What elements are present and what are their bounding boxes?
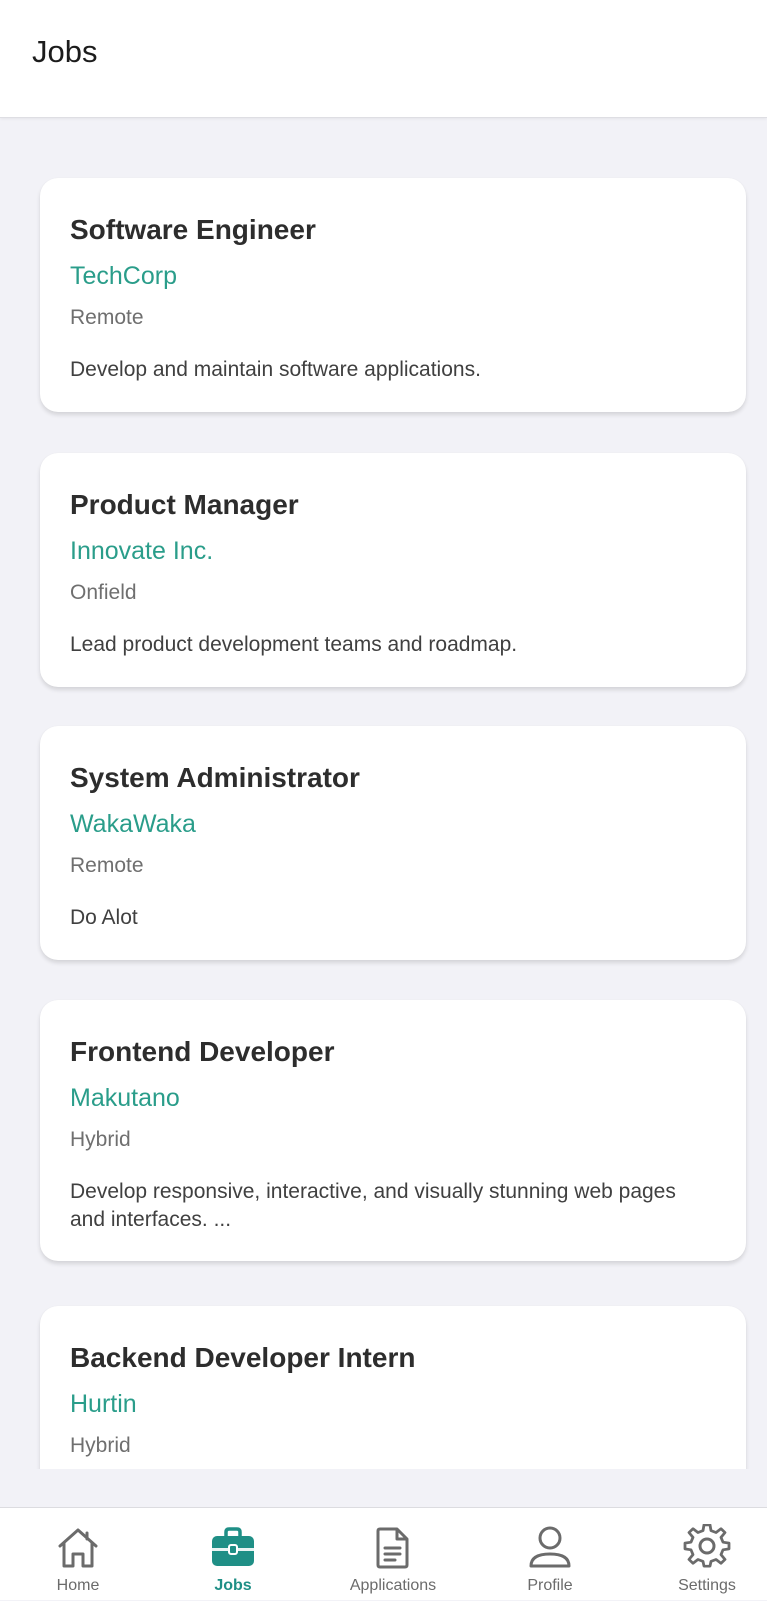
job-description: Do Alot <box>70 906 138 929</box>
job-company: Makutano <box>70 1084 180 1112</box>
job-card[interactable]: Product Manager Innovate Inc. Onfield Le… <box>40 453 746 687</box>
tab-label: Jobs <box>214 1577 252 1594</box>
job-card[interactable]: Software Engineer TechCorp Remote Develo… <box>40 178 746 412</box>
job-company: Innovate Inc. <box>70 537 214 565</box>
gear-icon <box>683 1524 731 1568</box>
tab-applications[interactable]: Applications <box>333 1508 453 1601</box>
tab-home[interactable]: Home <box>18 1508 138 1601</box>
home-icon <box>58 1528 98 1568</box>
job-card[interactable]: System Administrator WakaWaka Remote Do … <box>40 726 746 960</box>
tab-label: Profile <box>527 1577 573 1594</box>
job-location: Hybrid <box>70 1128 131 1151</box>
tab-jobs[interactable]: Jobs <box>173 1508 293 1601</box>
app-header: Jobs <box>0 0 767 118</box>
job-location: Remote <box>70 306 144 329</box>
tab-profile[interactable]: Profile <box>490 1508 610 1601</box>
job-company: TechCorp <box>70 262 177 290</box>
tab-label: Settings <box>678 1577 736 1594</box>
job-location: Onfield <box>70 581 137 604</box>
job-location: Hybrid <box>70 1434 131 1457</box>
job-description: Develop responsive, interactive, and vis… <box>70 1180 676 1231</box>
tab-label: Home <box>56 1577 100 1594</box>
job-company: WakaWaka <box>70 810 196 838</box>
job-company: Hurtin <box>70 1390 137 1418</box>
tab-label: Applications <box>349 1577 437 1594</box>
tab-settings[interactable]: Settings <box>647 1508 767 1601</box>
job-list[interactable]: Software Engineer TechCorp Remote Develo… <box>0 119 767 1469</box>
job-title: System Administrator <box>70 762 360 793</box>
briefcase-icon <box>212 1527 254 1566</box>
bottom-tab-bar: Home Jobs Applications Profile Settings <box>0 1507 767 1600</box>
job-title: Software Engineer <box>70 214 316 245</box>
job-title: Product Manager <box>70 489 299 520</box>
job-description: Lead product development teams and roadm… <box>70 633 518 656</box>
job-title: Frontend Developer <box>70 1036 335 1067</box>
job-card[interactable]: Backend Developer Intern Hurtin Hybrid <box>40 1306 746 1469</box>
page-title: Jobs <box>32 34 98 69</box>
person-icon <box>529 1526 571 1568</box>
job-description: Develop and maintain software applicatio… <box>70 358 481 381</box>
job-title: Backend Developer Intern <box>70 1342 416 1373</box>
job-location: Remote <box>70 854 144 877</box>
document-icon <box>376 1527 409 1569</box>
job-card[interactable]: Frontend Developer Makutano Hybrid Devel… <box>40 1000 746 1261</box>
